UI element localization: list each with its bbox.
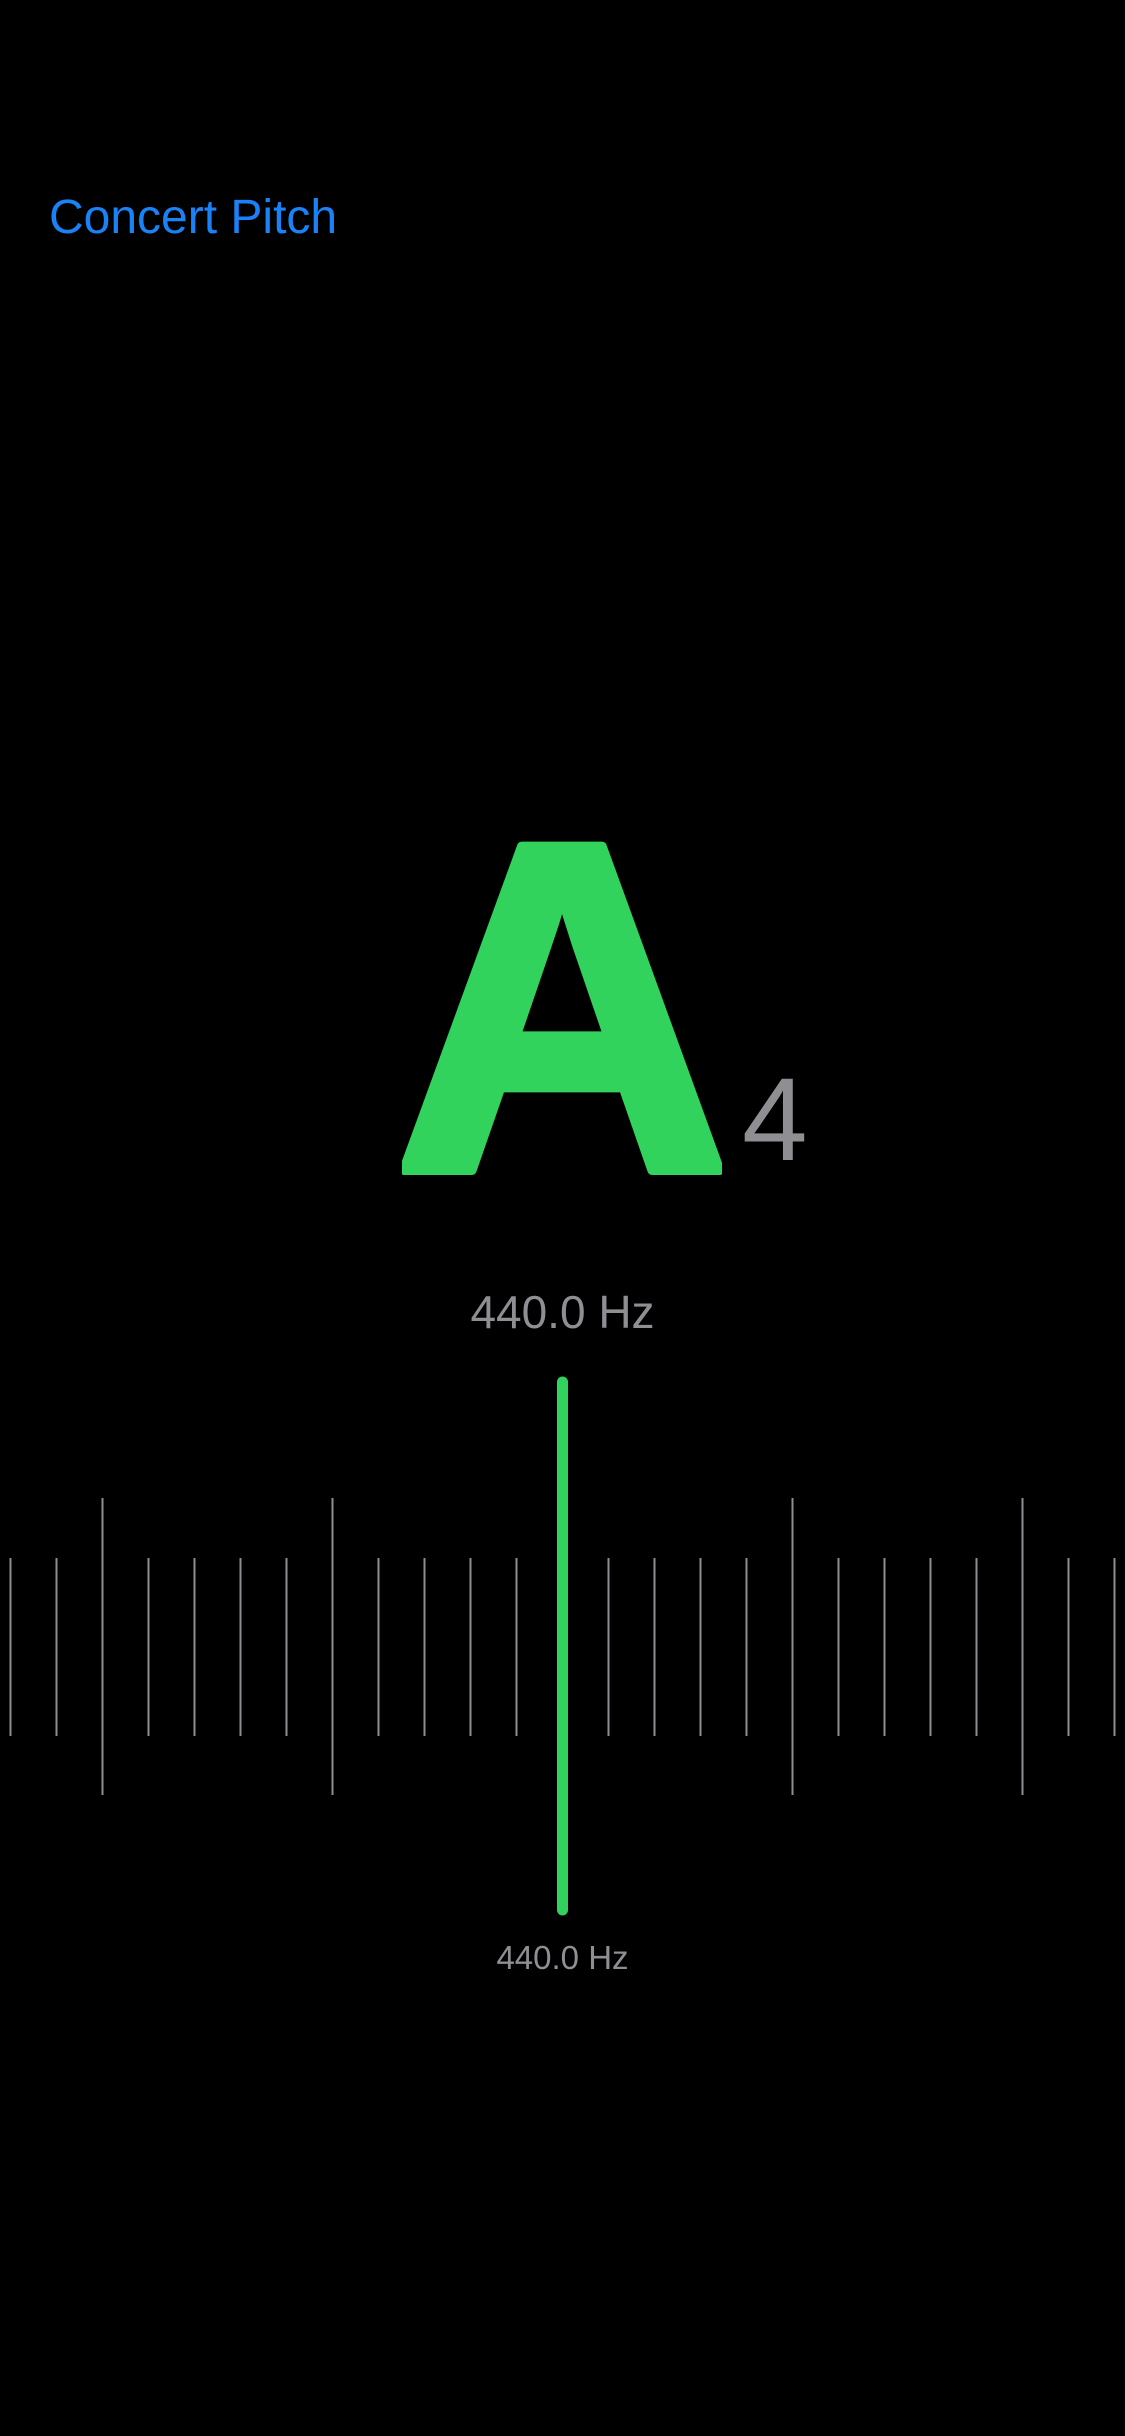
note-display: A 4: [0, 0, 1125, 2436]
note-letter: A: [402, 780, 722, 1200]
note-octave: 4: [742, 1054, 808, 1186]
note-letter-glyph: A: [402, 780, 722, 1200]
reference-frequency: 440.0 Hz: [496, 1939, 629, 1976]
detected-frequency: 440.0 Hz: [470, 1286, 655, 1338]
tuning-scale: [9, 1376, 1116, 1916]
